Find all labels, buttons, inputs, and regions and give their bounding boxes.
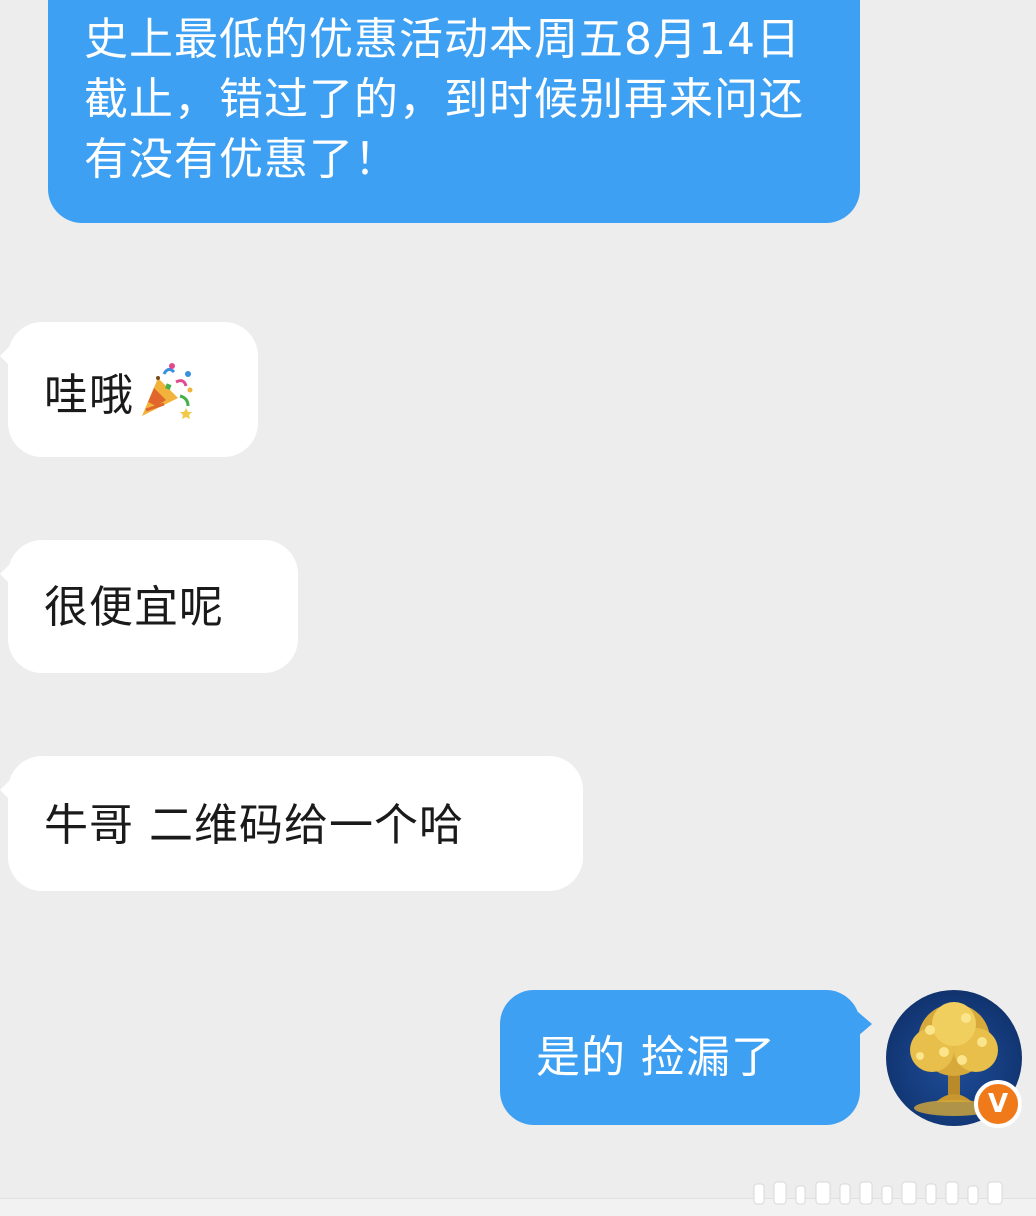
message-text: 哇哦 bbox=[44, 370, 134, 421]
message-text: 牛哥 二维码给一个哈 bbox=[44, 800, 464, 851]
message-text: 史上最低的优惠活动本周五8月14日截止，错过了的，到时候别再来问还有没有优惠了！ bbox=[84, 14, 804, 185]
incoming-message-bubble[interactable]: 牛哥 二维码给一个哈 bbox=[8, 756, 583, 891]
bubble-tail bbox=[858, 1012, 872, 1036]
message-text: 是的 捡漏了 bbox=[536, 1032, 776, 1083]
verified-badge-icon: V bbox=[974, 1080, 1022, 1128]
incoming-message-bubble[interactable]: 很便宜呢 bbox=[8, 540, 298, 673]
outgoing-message-bubble[interactable]: 是的 捡漏了 bbox=[500, 990, 860, 1125]
watermark-image bbox=[744, 1178, 1024, 1208]
outgoing-message-bubble[interactable]: 史上最低的优惠活动本周五8月14日截止，错过了的，到时候别再来问还有没有优惠了！ bbox=[48, 0, 860, 223]
chat-thread: 史上最低的优惠活动本周五8月14日截止，错过了的，到时候别再来问还有没有优惠了！… bbox=[0, 0, 1036, 1216]
party-popper-icon bbox=[136, 360, 196, 436]
message-text: 很便宜呢 bbox=[44, 582, 224, 633]
incoming-message-bubble[interactable]: 哇哦 bbox=[8, 322, 258, 457]
